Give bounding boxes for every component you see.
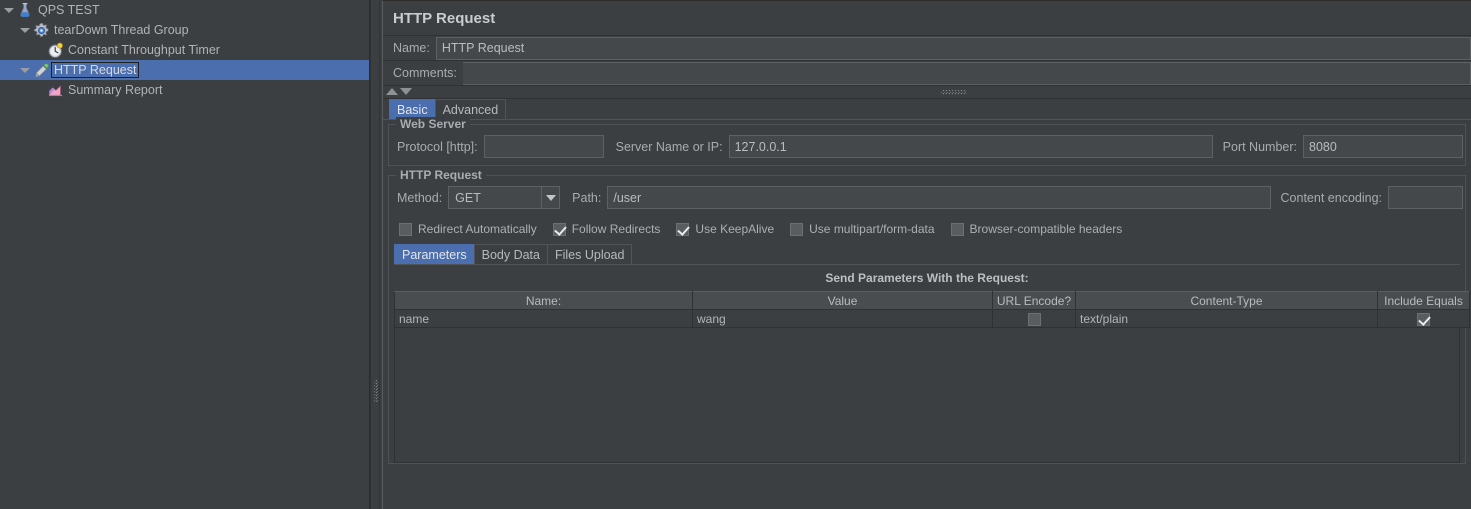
option-use-keepalive[interactable]: Use KeepAlive bbox=[676, 222, 774, 236]
option-browser-compatible-headers[interactable]: Browser-compatible headers bbox=[950, 222, 1123, 236]
option-redirect-automatically[interactable]: Redirect Automatically bbox=[399, 222, 537, 236]
web-server-group: Web Server Protocol [http]: Server Name … bbox=[388, 117, 1466, 166]
tab-files-upload[interactable]: Files Upload bbox=[546, 244, 633, 264]
comments-field-row: Comments: bbox=[383, 61, 1471, 86]
chevron-down-icon[interactable] bbox=[400, 88, 412, 95]
column-header-value[interactable]: Value bbox=[692, 291, 993, 310]
path-label: Path: bbox=[572, 190, 602, 205]
parameters-subtabs[interactable]: Parameters Body Data Files Upload bbox=[394, 244, 1460, 264]
collapse-arrows[interactable] bbox=[386, 88, 412, 95]
cell-name[interactable]: name bbox=[394, 309, 693, 328]
method-label: Method: bbox=[397, 190, 443, 205]
path-input[interactable] bbox=[607, 186, 1271, 209]
tab-body-data[interactable]: Body Data bbox=[473, 244, 548, 264]
pipette-icon bbox=[32, 61, 50, 79]
option-label: Redirect Automatically bbox=[418, 222, 537, 236]
page-title: HTTP Request bbox=[383, 1, 1471, 36]
clock-icon bbox=[46, 41, 64, 59]
cell-value[interactable]: wang bbox=[692, 309, 993, 328]
table-empty-area[interactable] bbox=[394, 328, 1460, 463]
tree-expand-toggle-teardown[interactable] bbox=[18, 20, 32, 40]
tree-item-summary-report[interactable]: Summary Report bbox=[0, 80, 369, 100]
tree-item-label: tearDown Thread Group bbox=[54, 23, 189, 37]
content-encoding-label: Content encoding: bbox=[1280, 190, 1382, 205]
chart-icon bbox=[46, 81, 64, 99]
http-request-config-panel: HTTP Request Name: Comments: Basic Advan… bbox=[382, 0, 1471, 509]
cell-url-encode[interactable] bbox=[992, 309, 1076, 328]
name-label: Name: bbox=[393, 41, 430, 55]
tree-item-qps-test[interactable]: QPS TEST bbox=[0, 0, 369, 20]
checkbox-icon[interactable] bbox=[950, 222, 964, 236]
tree-expand-toggle-qps-test[interactable] bbox=[2, 0, 16, 20]
option-label: Use KeepAlive bbox=[695, 222, 775, 236]
protocol-label: Protocol [http]: bbox=[397, 139, 478, 154]
comments-label: Comments: bbox=[393, 66, 457, 80]
checkbox-checked-icon[interactable] bbox=[552, 222, 566, 236]
tree-item-label: QPS TEST bbox=[38, 3, 100, 17]
tree-item-constant-throughput-timer[interactable]: Constant Throughput Timer bbox=[0, 40, 369, 60]
checkbox-icon[interactable] bbox=[1027, 312, 1041, 326]
column-header-include-equals[interactable]: Include Equals bbox=[1377, 291, 1470, 310]
server-name-input[interactable] bbox=[728, 135, 1213, 158]
section-collapse-bar[interactable] bbox=[383, 86, 1471, 99]
flask-icon bbox=[16, 1, 34, 19]
gear-icon bbox=[32, 21, 50, 39]
option-label: Use multipart/form-data bbox=[809, 222, 935, 236]
cell-include-equals[interactable] bbox=[1377, 309, 1470, 328]
cell-content-type[interactable]: text/plain bbox=[1075, 309, 1378, 328]
column-header-name[interactable]: Name: bbox=[394, 291, 693, 310]
tree-item-label: Summary Report bbox=[68, 83, 163, 97]
option-label: Browser-compatible headers bbox=[969, 222, 1123, 236]
port-number-input[interactable] bbox=[1303, 135, 1463, 158]
checkbox-icon[interactable] bbox=[399, 222, 412, 236]
option-use-multipart-form-data[interactable]: Use multipart/form-data bbox=[790, 222, 935, 236]
http-request-fields: Method: GET Path: Content encoding: bbox=[389, 179, 1465, 216]
tree-item-label: Constant Throughput Timer bbox=[68, 43, 220, 57]
parameters-section: Parameters Body Data Files Upload Send P… bbox=[394, 244, 1470, 463]
table-row[interactable]: name wang text/plain bbox=[394, 309, 1470, 328]
comments-input[interactable] bbox=[462, 61, 1471, 85]
chevron-down-icon[interactable] bbox=[541, 187, 560, 208]
method-select-value: GET bbox=[455, 190, 481, 205]
tree-item-teardown-thread-group[interactable]: tearDown Thread Group bbox=[0, 20, 369, 40]
content-encoding-input[interactable] bbox=[1388, 186, 1463, 209]
tree-expand-toggle-http-request[interactable] bbox=[18, 60, 32, 80]
checkbox-checked-icon[interactable] bbox=[1417, 312, 1430, 326]
tree-item-http-request[interactable]: HTTP Request bbox=[0, 60, 369, 80]
name-input[interactable] bbox=[435, 36, 1471, 60]
http-request-group-title: HTTP Request bbox=[396, 168, 486, 182]
web-server-fields: Protocol [http]: Server Name or IP: Port… bbox=[389, 128, 1465, 165]
splitter-grip-icon[interactable] bbox=[374, 380, 378, 402]
protocol-input[interactable] bbox=[483, 135, 604, 158]
method-select[interactable]: GET bbox=[448, 186, 561, 209]
name-field-row: Name: bbox=[383, 36, 1471, 61]
http-request-options: Redirect Automatically Follow Redirects … bbox=[389, 216, 1465, 242]
test-plan-tree[interactable]: QPS TEST tearDown Thread Group Constant … bbox=[0, 0, 370, 509]
column-header-url-encode[interactable]: URL Encode? bbox=[992, 291, 1076, 310]
tab-parameters[interactable]: Parameters bbox=[394, 244, 475, 264]
checkbox-icon[interactable] bbox=[790, 222, 804, 236]
chevron-up-icon[interactable] bbox=[386, 88, 398, 95]
parameters-table[interactable]: Name: Value URL Encode? Content-Type Inc… bbox=[394, 291, 1470, 328]
option-label: Follow Redirects bbox=[571, 222, 661, 236]
web-server-group-title: Web Server bbox=[396, 117, 470, 131]
port-number-label: Port Number: bbox=[1222, 139, 1297, 154]
server-name-label: Server Name or IP: bbox=[615, 139, 723, 154]
http-request-group: HTTP Request Method: GET Path: Content e… bbox=[388, 168, 1470, 464]
checkbox-checked-icon[interactable] bbox=[676, 222, 690, 236]
main-tabs[interactable]: Basic Advanced bbox=[383, 99, 1471, 119]
option-follow-redirects[interactable]: Follow Redirects bbox=[552, 222, 661, 236]
tree-item-label: HTTP Request bbox=[51, 62, 140, 78]
send-parameters-caption: Send Parameters With the Request: bbox=[825, 271, 1029, 285]
table-header-row: Name: Value URL Encode? Content-Type Inc… bbox=[394, 291, 1470, 310]
splitter-dots-icon[interactable] bbox=[941, 90, 967, 95]
tab-advanced[interactable]: Advanced bbox=[434, 99, 507, 119]
panel-splitter[interactable] bbox=[370, 0, 380, 509]
column-header-content-type[interactable]: Content-Type bbox=[1075, 291, 1378, 310]
tabs-underline bbox=[383, 119, 1471, 120]
tab-basic[interactable]: Basic bbox=[389, 99, 436, 119]
